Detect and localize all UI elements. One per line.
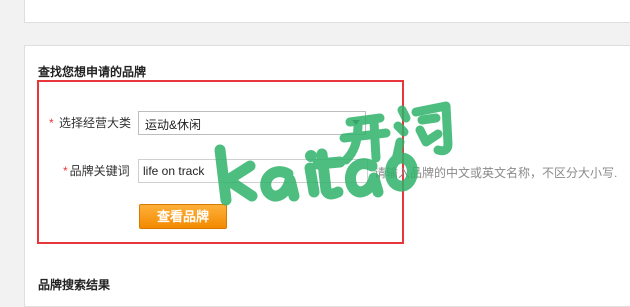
results-section-title: 品牌搜索结果 [38, 278, 111, 292]
category-select[interactable]: 运动&休闲 [138, 111, 366, 135]
chevron-down-icon [352, 120, 360, 125]
keyword-label: * 品牌关键词 [63, 162, 130, 179]
top-panel [24, 0, 630, 23]
keyword-hint: 请输入品牌的中文或英文名称，不区分大小写. [374, 166, 618, 180]
search-brand-button[interactable]: 查看品牌 [139, 204, 227, 229]
required-mark: * [63, 164, 68, 178]
keyword-input[interactable] [138, 159, 368, 183]
category-label-text: 选择经营大类 [59, 116, 132, 130]
search-section-title: 查找您想申请的品牌 [38, 65, 147, 79]
category-select-value: 运动&休闲 [145, 118, 202, 132]
keyword-label-text: 品牌关键词 [69, 164, 130, 178]
required-mark: * [49, 116, 54, 130]
category-label: * 选择经营大类 [49, 114, 131, 131]
